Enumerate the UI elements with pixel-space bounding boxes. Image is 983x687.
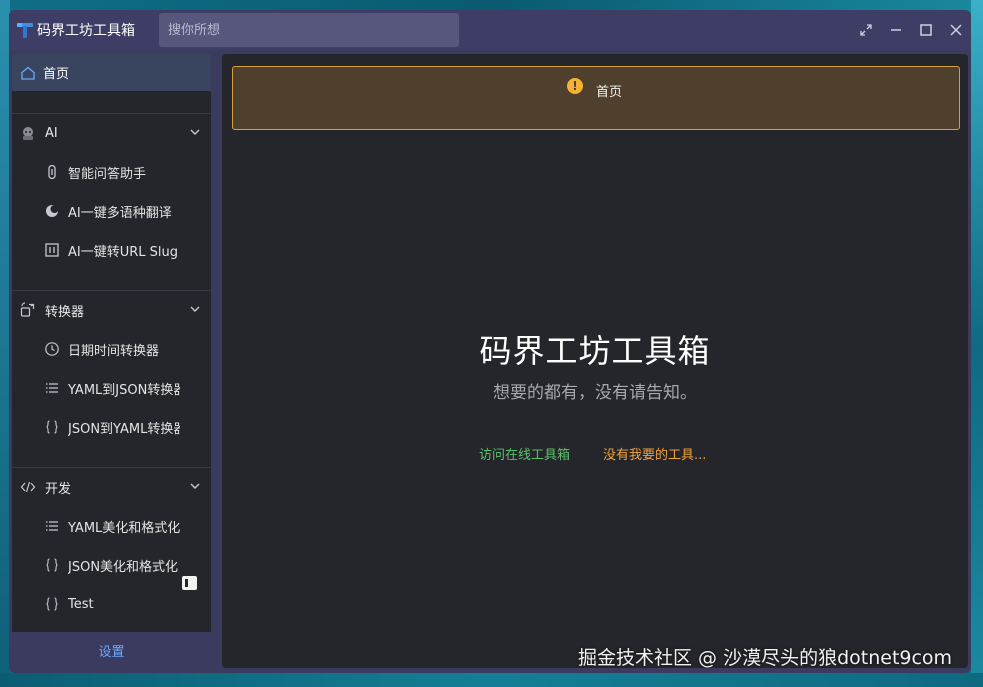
- home-icon: [20, 65, 36, 81]
- clock-icon: [44, 341, 60, 357]
- braces-icon: [44, 596, 60, 612]
- sidebar-group-label: 转换器: [45, 304, 85, 320]
- sidebar-item-label: 日期时间转换器: [68, 343, 160, 359]
- columns-icon: [44, 242, 60, 258]
- app-title: 码界工坊工具箱: [37, 23, 135, 39]
- braces-icon: [44, 557, 60, 573]
- sidebar-item-datetime-converter[interactable]: 日期时间转换器: [12, 330, 211, 368]
- sidebar-group-dev[interactable]: 开发: [12, 468, 211, 506]
- online-toolbox-link[interactable]: 访问在线工具箱: [479, 444, 570, 463]
- sidebar-item-json-to-yaml[interactable]: JSON到YAML转换器: [12, 408, 211, 446]
- sidebar-item-ai-translate[interactable]: AI一键多语种翻译: [12, 192, 211, 230]
- braces-icon: [44, 419, 60, 435]
- request-tool-link[interactable]: 没有我要的工具...: [603, 444, 706, 463]
- search-input[interactable]: [159, 13, 459, 47]
- desktop-background-bottom: [0, 673, 983, 687]
- fullscreen-button[interactable]: [851, 15, 881, 45]
- sidebar-group-ai[interactable]: AI: [12, 114, 211, 152]
- sidebar-item-label: AI一键转URL Slug: [68, 244, 179, 260]
- sidebar-item-label: 首页: [43, 67, 70, 82]
- sidebar-item-ai-url-slug[interactable]: AI一键转URL Slug: [12, 231, 211, 269]
- main-content: ! 首页 码界工坊工具箱 想要的都有，没有请告知。 访问在线工具箱 没有我要的工…: [222, 54, 968, 668]
- window-controls: [851, 10, 971, 50]
- robot-icon: [20, 125, 36, 141]
- minimize-icon: [891, 29, 901, 31]
- chevron-down-icon: [190, 129, 200, 135]
- sidebar-item-test[interactable]: Test: [12, 585, 211, 623]
- sidebar-item-label: JSON到YAML转换器: [68, 421, 180, 437]
- sidebar-item-label: YAML美化和格式化: [68, 520, 180, 536]
- chevron-down-icon: [190, 306, 200, 312]
- list-icon: [44, 380, 60, 396]
- alert-text: 首页: [596, 85, 623, 100]
- hero-subtitle: 想要的都有，没有请告知。: [493, 383, 697, 403]
- close-icon: [950, 24, 962, 36]
- sidebar-group-converter[interactable]: 转换器: [12, 291, 211, 329]
- code-icon: [20, 479, 36, 495]
- list-icon: [44, 518, 60, 534]
- watermark: 掘金技术社区 @ 沙漠尽头的狼dotnet9com: [578, 647, 953, 669]
- sidebar-item-label: AI一键多语种翻译: [68, 205, 172, 221]
- desktop-background-right: [971, 0, 983, 687]
- app-logo-icon: [16, 21, 34, 39]
- title-bar[interactable]: 码界工坊工具箱: [9, 10, 971, 50]
- close-button[interactable]: [941, 15, 971, 45]
- sidebar-item-label: JSON美化和格式化: [68, 559, 179, 575]
- sidebar-collapse-toggle[interactable]: [182, 576, 197, 590]
- chain-link-icon: [44, 164, 60, 180]
- maximize-button[interactable]: [911, 15, 941, 45]
- convert-icon: [20, 302, 36, 318]
- moon-icon: [44, 203, 60, 219]
- sidebar-item-qa-assistant[interactable]: 智能问答助手: [12, 153, 211, 191]
- hero-title: 码界工坊工具箱: [479, 332, 711, 370]
- sidebar-group-label: AI: [45, 125, 58, 141]
- chevron-down-icon: [190, 483, 200, 489]
- page-alert: ! 首页: [232, 66, 960, 130]
- sidebar-item-label: Test: [68, 596, 94, 612]
- sidebar-item-label: YAML到JSON转换器: [68, 382, 180, 398]
- warning-icon: !: [567, 78, 583, 94]
- settings-button[interactable]: 设置: [12, 632, 211, 668]
- expand-icon: [860, 24, 872, 36]
- minimize-button[interactable]: [881, 15, 911, 45]
- maximize-icon: [920, 24, 932, 36]
- sidebar-item-yaml-to-json[interactable]: YAML到JSON转换器: [12, 369, 211, 407]
- sidebar-item-yaml-format[interactable]: YAML美化和格式化: [12, 507, 211, 545]
- app-window: 码界工坊工具箱 首页: [9, 10, 971, 673]
- sidebar: 首页 AI 智能问答助手 AI一键多语种翻译 AI一键转URL Slug 转换器…: [12, 54, 211, 668]
- sidebar-item-home[interactable]: 首页: [12, 54, 211, 91]
- sidebar-group-label: 开发: [45, 481, 72, 497]
- sidebar-item-label: 智能问答助手: [68, 166, 147, 182]
